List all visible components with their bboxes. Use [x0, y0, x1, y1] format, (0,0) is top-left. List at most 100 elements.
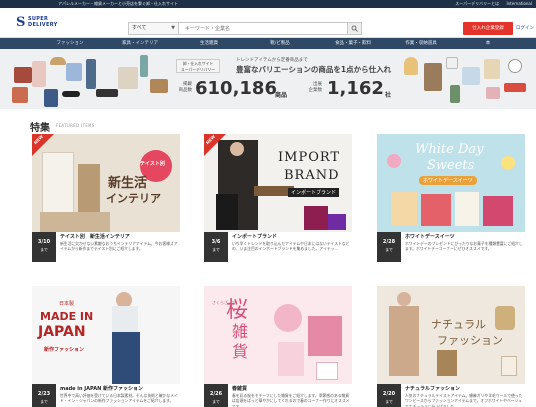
companies-count-label: 出展 企業数 [306, 82, 323, 94]
login-link[interactable]: ログイン [516, 22, 536, 35]
site-badge-line2: スーパーデリバリー [180, 67, 216, 72]
feature-card-white-day[interactable]: White Day Sweets ホワイトデースイーツ 2/28 まで ホワイト… [377, 134, 525, 262]
items-count-value: 610,186 [195, 78, 277, 99]
nav-item-shoes[interactable]: 靴/ビ製品 [252, 38, 308, 49]
card-date: 2/28 [382, 239, 396, 245]
card-date-suffix: まで [40, 247, 48, 252]
card-4-img-text-3: JAPAN [38, 324, 86, 340]
feature-card-spring-goods[interactable]: 桜 雑 貨 さくらざっか 2/26 まで 春雑貨 春を彩る桜をモチーフにした雑貨… [204, 286, 352, 407]
card-date: 2/20 [382, 391, 396, 397]
nav-item-food[interactable]: 食品・菓子・飲料 [318, 38, 388, 49]
card-title[interactable]: ホワイトデースイーツ [405, 233, 523, 240]
sneaker-image [504, 83, 526, 92]
pouch-image [486, 87, 500, 99]
login-label: ログイン [516, 26, 534, 31]
sweater-image [118, 67, 138, 89]
card-2-img-text-2: BRAND [284, 168, 340, 183]
card-description: いち早くトレンドを取り込んだアイテムや日本にはないテイストなどの、いま注目のイン… [232, 241, 350, 252]
hat-image [50, 57, 66, 65]
card-date-box: 2/20 まで [377, 384, 401, 407]
card-title[interactable]: インポートブランド [232, 233, 350, 240]
feature-card-natural-fashion[interactable]: ナチュラル ファッション 2/20 まで ナチュラルファッション 人気のナチュラ… [377, 286, 525, 407]
search-category-select[interactable]: すべて ▼ [129, 23, 179, 34]
nav-item-tools[interactable]: 作業・収納道具 [392, 38, 450, 49]
site-header: S SUPERDELIVERY すべて ▼ 仕入れ企業登録 ログイン [0, 8, 536, 38]
site-logo[interactable]: S SUPER DELIVERY [16, 15, 62, 31]
hero-banner[interactable]: 卸・仕入れサイト スーパーデリバリー トレンドアイテムから定番商品まで 豊富なバ… [0, 49, 536, 109]
card-date-box: 2/26 まで [204, 384, 228, 407]
card-date: 2/26 [209, 391, 223, 397]
card-image-natural-fashion: ナチュラル ファッション [377, 286, 525, 384]
feature-card-interior[interactable]: テイスト別 新生活 インテリア NEW 3/10 まで テイスト別 新生活インテ… [32, 134, 180, 262]
companies-count-unit: 社 [385, 92, 392, 99]
register-button-label: 仕入れ企業登録 [472, 26, 504, 31]
card-date-suffix: まで [212, 399, 220, 404]
card-description: 新生活に欠かせない素敵なおうちインテリアアイテム。今お客様ズアイテムから新作まで… [60, 241, 178, 252]
site-badge-line1: 卸・仕入れサイト [182, 61, 214, 66]
card-4-img-text-4: 新作ファッション [44, 347, 85, 353]
companies-label-line1: 出展 [313, 82, 322, 87]
nav-item-fashion[interactable]: ファッション [28, 38, 112, 49]
glasses-image [62, 91, 80, 97]
card-2-img-text-3: インポートブランド [288, 188, 340, 197]
items-count-label: 掲載 商品数 [176, 82, 193, 94]
top-bar: アパレルメーカー・雑貨メーカーと小売店を繋ぐ卸・仕入れサイト スーパーデリバリー… [0, 0, 536, 8]
card-date-box: 2/23 まで [32, 384, 56, 407]
about-link[interactable]: スーパーデリバリーとは [455, 1, 499, 6]
card-description: 世界中で高い評価を受けている日本製素材。そんな技術と確かなメイド・イン・ジャパン… [60, 393, 178, 404]
card-description: 人気のナチュラルテイストアイテム。綿麻ガリや羊毛ウールで使ったワンピースからファ… [405, 393, 523, 407]
items-label-line2: 商品数 [178, 88, 193, 93]
card-image-white-day: White Day Sweets ホワイトデースイーツ [377, 134, 525, 232]
search-bar: すべて ▼ [128, 22, 362, 35]
card-title[interactable]: 春雑貨 [232, 385, 350, 392]
card-date: 3/10 [37, 239, 51, 245]
basket-image [150, 79, 168, 93]
nav-item-goods[interactable]: 生活雑貨 [178, 38, 240, 49]
search-button[interactable] [347, 23, 361, 34]
search-input[interactable] [181, 23, 347, 34]
card-date-suffix: まで [212, 247, 220, 252]
nav-item-books[interactable]: 本 [458, 38, 518, 49]
card-6-img-text-1: ナチュラル [431, 318, 486, 331]
card-3-img-text-1: White Day [415, 142, 484, 157]
card-3-img-text-3: ホワイトデースイーツ [419, 176, 477, 185]
card-date-suffix: まで [385, 247, 393, 252]
mug-image [446, 57, 458, 69]
category-nav: ファッション 家具・インテリア 生活雑貨 靴/ビ製品 食品・菓子・飲料 作業・収… [0, 38, 536, 49]
shoes-image [96, 89, 118, 97]
bottle-image [140, 55, 148, 77]
card-title[interactable]: made in JAPAN 新作ファッション [60, 385, 178, 392]
logo-text-line2: DELIVERY [28, 22, 58, 28]
card-date-box: 3/10 まで [32, 232, 56, 262]
card-1-img-text-1: テイスト別 [140, 161, 165, 167]
card-date-suffix: まで [40, 399, 48, 404]
hero-lead-small: トレンドアイテムから定番商品まで [236, 58, 308, 63]
tote-image [484, 59, 500, 79]
coat-image [424, 63, 442, 91]
tshirt-image [462, 67, 480, 85]
featured-title: 特集 [30, 123, 50, 134]
items-count-unit: 商品 [275, 92, 288, 99]
featured-subtitle: FEATURED ITEMS [56, 123, 95, 128]
feature-card-import-brand[interactable]: IMPORT BRAND インポートブランド NEW 3/6 まで インポートブ… [204, 134, 352, 262]
card-title[interactable]: ナチュラルファッション [405, 385, 523, 392]
card-image-interior: テイスト別 新生活 インテリア NEW [32, 134, 180, 232]
feature-card-made-in-japan[interactable]: 日本製 MADE IN JAPAN 新作ファッション 2/23 まで made … [32, 286, 180, 407]
shirt-image [66, 63, 82, 81]
scarf-image [86, 59, 96, 89]
chevron-down-icon: ▼ [171, 25, 175, 31]
card-3-img-text-2: Sweets [427, 158, 475, 173]
nav-item-furniture[interactable]: 家具・インテリア [112, 38, 168, 49]
bag-image [14, 67, 32, 83]
clock-image [508, 59, 522, 73]
card-2-img-text-1: IMPORT [278, 150, 341, 165]
international-link[interactable]: International [506, 1, 532, 6]
search-category-value: すべて [132, 25, 147, 31]
card-date: 2/23 [37, 391, 51, 397]
register-button[interactable]: 仕入れ企業登録 [463, 22, 513, 35]
card-title[interactable]: テイスト別 新生活インテリア [60, 233, 178, 240]
companies-count-value: 1,162 [327, 78, 384, 99]
card-6-img-text-2: ファッション [437, 334, 503, 347]
companies-label-line2: 企業数 [308, 88, 323, 93]
site-tagline: アパレルメーカー・雑貨メーカーと小売店を繋ぐ卸・仕入れサイト [58, 1, 178, 6]
